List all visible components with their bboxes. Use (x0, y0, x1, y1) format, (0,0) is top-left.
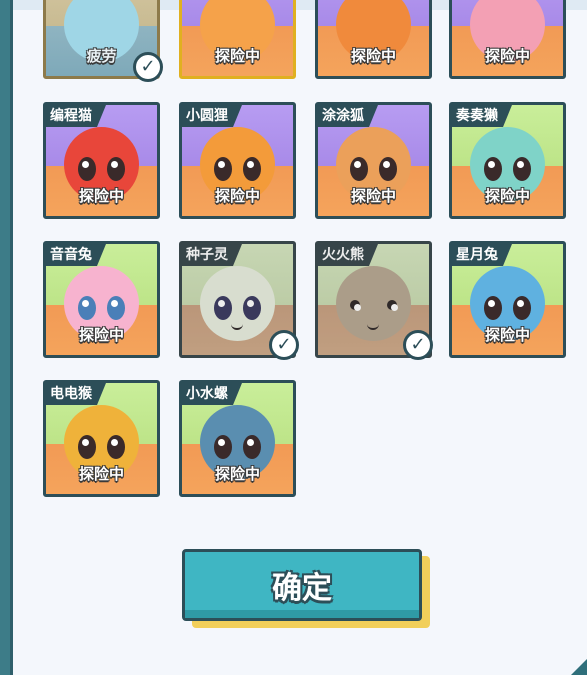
pet-name: 种子灵 (182, 244, 242, 266)
pet-card-zouzou-ta[interactable]: 奏奏獭 探险中 (449, 102, 566, 219)
eye (107, 296, 125, 320)
selected-check-icon: ✓ (269, 330, 299, 360)
eye (243, 435, 261, 459)
pet-card[interactable]: 探险中 (449, 0, 566, 79)
pet-card-xiaoyuan-li[interactable]: 小圆狸 探险中 (179, 102, 296, 219)
pet-status: 探险中 (350, 187, 396, 205)
mouth (367, 322, 379, 330)
pet-name: 电电猴 (46, 383, 106, 405)
pet-name: 编程猫 (46, 105, 106, 127)
eye (214, 435, 232, 459)
pet-card-diandian-hou[interactable]: 电电猴 探险中 (43, 380, 160, 497)
pet-card-tutu-hu[interactable]: 涂涂狐 探险中 (315, 102, 432, 219)
pet-card[interactable]: 探险中 (179, 0, 296, 79)
pet-status: 探险中 (78, 326, 124, 344)
eye (214, 296, 232, 320)
eye (387, 300, 398, 311)
eye (243, 157, 261, 181)
eye (78, 435, 96, 459)
pet-avatar (200, 266, 275, 341)
eye (350, 157, 368, 181)
pet-status: 探险中 (484, 187, 530, 205)
pet-status: 探险中 (214, 187, 260, 205)
corner-decoration (571, 659, 587, 675)
pet-status: 探险中 (214, 465, 260, 483)
pet-name: 火火熊 (318, 244, 378, 266)
pet-card-xingyue-tu[interactable]: 星月兔 探险中 (449, 241, 566, 358)
pet-name: 小圆狸 (182, 105, 242, 127)
eye (214, 157, 232, 181)
eye (484, 157, 502, 181)
eye (484, 296, 502, 320)
pet-status: 探险中 (350, 47, 396, 65)
eye (107, 157, 125, 181)
pet-status: 探险中 (484, 47, 530, 65)
pet-name: 奏奏獭 (452, 105, 512, 127)
pet-status: 探险中 (484, 326, 530, 344)
eye (107, 435, 125, 459)
pet-card[interactable]: 探险中 (315, 0, 432, 79)
pet-card-yinyin-tu[interactable]: 音音兔 探险中 (43, 241, 160, 358)
confirm-button[interactable]: 确定 (182, 549, 422, 621)
eye (513, 296, 531, 320)
pet-name: 涂涂狐 (318, 105, 378, 127)
pet-status: 探险中 (214, 47, 260, 65)
eye (243, 296, 261, 320)
eye (78, 296, 96, 320)
selected-check-icon: ✓ (403, 330, 433, 360)
pet-name: 小水螺 (182, 383, 242, 405)
eye (379, 157, 397, 181)
pet-status: 探险中 (78, 465, 124, 483)
pet-card-xiaoshui-luo[interactable]: 小水螺 探险中 (179, 380, 296, 497)
pet-card-biancheng-mao[interactable]: 编程猫 探险中 (43, 102, 160, 219)
pet-status: 探险中 (78, 187, 124, 205)
pet-avatar (336, 266, 411, 341)
pet-name: 音音兔 (46, 244, 106, 266)
pet-name: 星月兔 (452, 244, 512, 266)
eye (78, 157, 96, 181)
eye (513, 157, 531, 181)
eye (350, 300, 361, 311)
mouth (231, 322, 243, 330)
selected-check-icon: ✓ (133, 52, 163, 82)
